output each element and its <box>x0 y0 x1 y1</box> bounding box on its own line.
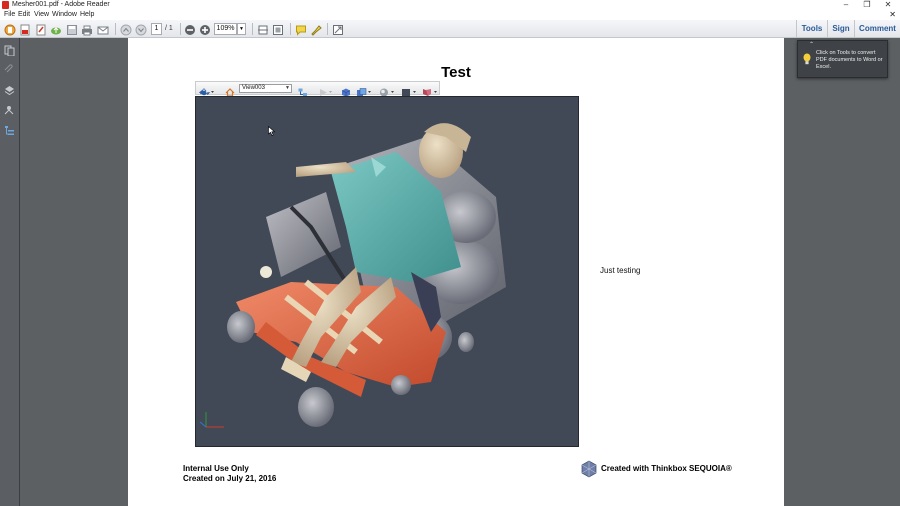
fit-page-icon[interactable] <box>272 23 284 35</box>
minimize-button[interactable]: – <box>836 0 856 10</box>
main-toolbar: 1 / 1 109% ▼ Tools Sign Comment <box>0 20 900 38</box>
tools-tooltip: ⌃ Click on Tools to convert PDF document… <box>797 40 888 78</box>
attachments-icon[interactable] <box>4 62 15 73</box>
3d-model-viewport[interactable] <box>195 96 579 447</box>
mouse-cursor-icon <box>268 126 276 136</box>
cross-section-icon[interactable] <box>422 84 439 96</box>
3d-toolbar: View003 ▼ <box>195 81 440 97</box>
lightbulb-icon <box>803 53 811 65</box>
pdf-page: Test View003 ▼ Just testing Internal Use… <box>128 38 784 506</box>
document-area: Test View003 ▼ Just testing Internal Use… <box>20 38 900 506</box>
views-dropdown-value: View003 <box>242 85 265 91</box>
views-dropdown[interactable]: View003 ▼ <box>239 84 292 93</box>
toolbar-divider <box>180 23 181 35</box>
projection-icon[interactable] <box>341 84 351 97</box>
edit-pdf-icon[interactable] <box>35 23 47 36</box>
toolbar-divider <box>115 23 116 35</box>
fit-width-icon[interactable] <box>257 23 269 35</box>
cloud-upload-icon[interactable] <box>50 23 62 35</box>
menu-help[interactable]: Help <box>80 11 94 19</box>
zoom-dropdown-icon[interactable]: ▼ <box>237 23 246 35</box>
print-icon[interactable] <box>81 23 93 36</box>
model-tree-toggle-icon[interactable] <box>298 84 308 96</box>
footer-created-with: Created with Thinkbox SEQUOIA® <box>601 464 732 473</box>
fullscreen-icon[interactable] <box>332 23 344 35</box>
toolbar-divider <box>290 23 291 35</box>
tools-tab[interactable]: Tools <box>796 20 827 38</box>
previous-page-icon[interactable] <box>120 23 132 36</box>
model-tree-icon[interactable] <box>4 103 15 115</box>
menu-bar: File Edit View Window Help ✕ <box>0 10 900 20</box>
home-view-icon[interactable] <box>225 84 235 97</box>
zoom-in-icon[interactable] <box>199 23 211 35</box>
title-bar: Mesher001.pdf - Adobe Reader – ❐ ✕ <box>0 0 900 10</box>
footer-left: Internal Use Only Created on July 21, 20… <box>183 464 276 484</box>
page-total: / 1 <box>165 25 173 32</box>
bookmarks-tree-icon[interactable] <box>4 123 15 135</box>
document-title: Test <box>441 64 471 81</box>
toolbar-divider <box>327 23 328 35</box>
highlight-icon[interactable] <box>310 23 322 36</box>
next-page-icon[interactable] <box>135 23 147 36</box>
zoom-level-input[interactable]: 109% <box>214 23 237 35</box>
lighting-icon[interactable] <box>379 84 396 97</box>
chevron-up-icon[interactable]: ⌃ <box>809 42 814 49</box>
save-icon[interactable] <box>66 23 78 35</box>
create-pdf-icon[interactable] <box>4 23 16 36</box>
email-icon[interactable] <box>97 23 109 35</box>
footer-internal-use: Internal Use Only <box>183 464 249 473</box>
adobe-reader-icon <box>2 1 9 9</box>
page-number-input[interactable]: 1 <box>151 23 162 35</box>
close-document-button[interactable]: ✕ <box>889 10 896 20</box>
layers-icon[interactable] <box>4 83 15 96</box>
comment-tab[interactable]: Comment <box>854 20 900 38</box>
chevron-down-icon: ▼ <box>285 85 290 91</box>
toolbar-divider <box>252 23 253 35</box>
menu-window[interactable]: Window <box>52 11 77 19</box>
menu-edit[interactable]: Edit <box>18 11 30 19</box>
window-title: Mesher001.pdf - Adobe Reader <box>12 1 110 8</box>
navigation-pane <box>0 38 20 506</box>
background-color-icon[interactable] <box>401 84 418 96</box>
restore-button[interactable]: ❐ <box>857 0 877 10</box>
render-mode-icon[interactable] <box>356 84 373 96</box>
sticky-note-icon[interactable] <box>295 23 307 36</box>
page-thumbnails-icon[interactable] <box>4 43 15 57</box>
wheelchair-model-render <box>199 123 506 428</box>
create-pdf-red-icon[interactable] <box>19 23 31 36</box>
tooltip-message: Click on Tools to convert PDF documents … <box>816 50 883 70</box>
sequoia-logo-icon <box>581 460 597 478</box>
sign-tab[interactable]: Sign <box>827 20 854 38</box>
side-note-text: Just testing <box>600 266 641 275</box>
rotate-tool-icon[interactable] <box>199 84 215 96</box>
menu-view[interactable]: View <box>34 11 49 19</box>
menu-file[interactable]: File <box>4 11 15 19</box>
close-button[interactable]: ✕ <box>878 0 898 10</box>
footer-created-date: Created on July 21, 2016 <box>183 474 277 483</box>
play-animation-icon[interactable] <box>319 84 335 96</box>
zoom-out-icon[interactable] <box>184 23 196 35</box>
